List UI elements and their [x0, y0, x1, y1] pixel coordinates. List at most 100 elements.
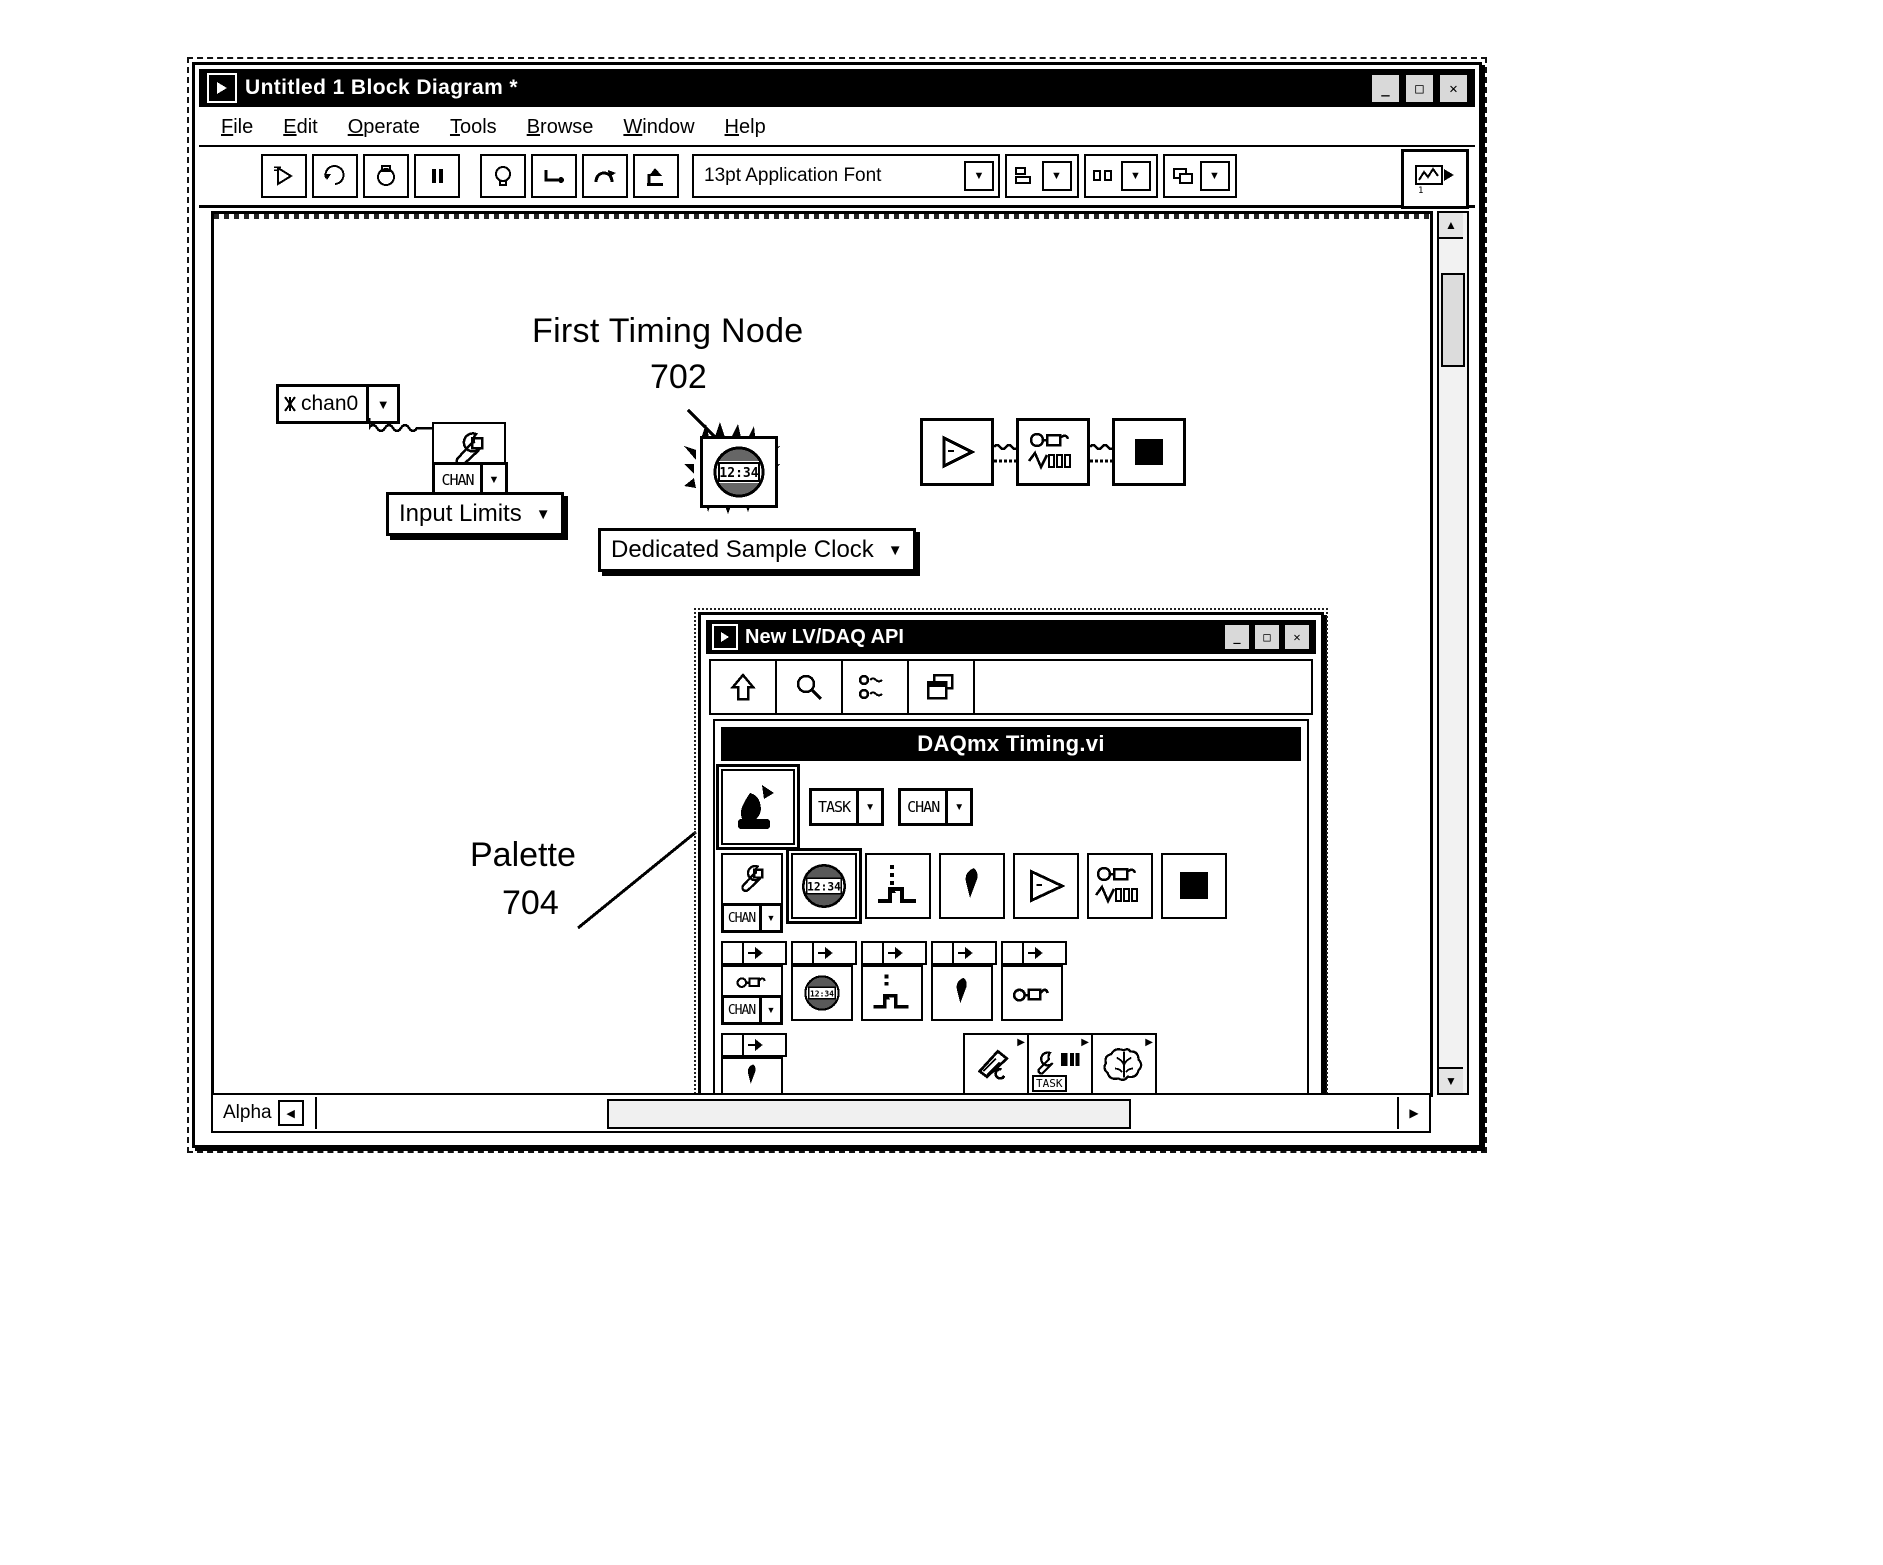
palette-grid: TASK ▼ CHAN ▼ CHAN ▼ 12:34 CHAN ▼ 12:34 … [715, 761, 1307, 1094]
search-palette-button[interactable] [777, 661, 843, 713]
step-over-button[interactable] [582, 154, 628, 198]
daqmx-trigger-vi[interactable] [865, 853, 931, 919]
menu-tools[interactable]: Tools [450, 116, 497, 139]
canvas-vertical-scrollbar[interactable]: ▲ ▼ [1437, 211, 1469, 1095]
reorder-button[interactable]: ▼ [1163, 154, 1237, 198]
canvas-horizontal-scrollbar[interactable] [317, 1097, 1397, 1129]
daqmx-read-poly[interactable] [1001, 941, 1067, 1021]
menu-browse[interactable]: Browse [527, 116, 594, 139]
menu-window[interactable]: Window [623, 116, 694, 139]
brain-icon [1103, 1048, 1143, 1082]
daqmx-task-subpalette[interactable]: ▶ TASK [1029, 1035, 1093, 1093]
daqmx-timing-vi[interactable]: 12:34 [786, 848, 862, 924]
palette-titlebar[interactable]: New LV/DAQ API _ □ ✕ [706, 620, 1316, 654]
distribute-objects-button[interactable]: ▼ [1084, 154, 1158, 198]
daqmx-timing-poly[interactable]: 12:34 [791, 941, 857, 1021]
hand-task-icon [738, 785, 774, 829]
restore-palette-button[interactable] [909, 661, 975, 713]
chevron-right-icon[interactable]: ▶ [1397, 1097, 1429, 1129]
block-diagram-canvas[interactable]: First Timing Node 702 chan0 ▼ CHAN ▼ Inp… [211, 211, 1433, 1097]
daqmx-write-poly[interactable] [931, 941, 997, 1021]
font-selector[interactable]: 13pt Application Font ▼ [692, 154, 1000, 198]
task-selector[interactable]: TASK ▼ [809, 788, 885, 826]
up-one-level-button[interactable] [711, 661, 777, 713]
chevron-up-icon[interactable]: ▲ [1439, 213, 1463, 239]
task-selector-label: TASK [818, 798, 851, 816]
chevron-down-icon[interactable]: ▼ [536, 506, 551, 523]
menu-help[interactable]: Help [725, 116, 766, 139]
menu-file[interactable]: File [221, 116, 253, 139]
poly-connector-cap [1001, 941, 1067, 965]
pause-button[interactable] [414, 154, 460, 198]
palette-row-3: CHAN ▼ 12:34 [721, 941, 1301, 1025]
read-node[interactable] [1016, 418, 1090, 486]
daqmx-read-vi[interactable] [1087, 853, 1153, 919]
step-into-button[interactable] [531, 154, 577, 198]
create-task-icon[interactable] [716, 764, 800, 850]
chevron-down-icon[interactable]: ▼ [759, 998, 780, 1022]
wire-read-to-stop [1090, 443, 1114, 463]
channel-selector[interactable]: CHAN ▼ [898, 788, 974, 826]
minimize-button[interactable]: _ [1370, 73, 1401, 104]
close-button[interactable]: ✕ [1438, 73, 1469, 104]
chevron-down-icon[interactable]: ▼ [888, 542, 903, 559]
poly-connector-icon [1024, 943, 1045, 963]
palette-search-field[interactable] [975, 661, 1311, 713]
chevron-down-icon[interactable]: ▼ [1041, 161, 1072, 191]
daqmx-start-task-vi[interactable] [1013, 853, 1079, 919]
daqmx-trigger-poly[interactable] [861, 941, 927, 1021]
vertical-scrollbar-thumb[interactable] [1441, 273, 1465, 367]
svg-text:12:34: 12:34 [810, 990, 834, 999]
window-titlebar[interactable]: Untitled 1 Block Diagram * _ □ ✕ [199, 69, 1475, 107]
chevron-down-icon[interactable]: ▼ [1120, 161, 1151, 191]
poly-chan-label: CHAN [727, 1002, 756, 1018]
chevron-left-icon[interactable]: ◀ [277, 1100, 304, 1126]
clock-1234-icon: 12:34 [791, 965, 853, 1021]
menu-edit[interactable]: Edit [283, 116, 317, 139]
palette-minimize-button[interactable]: _ [1223, 623, 1251, 651]
channel-control-value-wrap: chan0 [279, 392, 366, 416]
chevron-down-icon[interactable]: ▼ [1439, 1067, 1463, 1093]
daqmx-channel-property-node[interactable]: CHAN ▼ [721, 853, 783, 933]
chevron-down-icon[interactable]: ▼ [945, 791, 970, 823]
first-timing-node[interactable]: 12:34 [700, 436, 778, 508]
daqmx-advanced-channel[interactable]: CHAN ▼ [721, 1033, 787, 1094]
chevron-down-icon[interactable]: ▼ [759, 906, 780, 930]
step-out-button[interactable] [633, 154, 679, 198]
palette-window-controls: _ □ ✕ [1223, 623, 1311, 651]
daqmx-device-subpalette[interactable]: ▶ [1093, 1035, 1155, 1093]
play-triangle-icon [1030, 869, 1066, 903]
alpha-tab[interactable]: Alpha ◀ [213, 1097, 317, 1129]
abort-button[interactable] [363, 154, 409, 198]
wrench-icon [721, 853, 783, 903]
run-continuously-button[interactable] [312, 154, 358, 198]
chevron-down-icon[interactable]: ▼ [480, 465, 505, 495]
menubar: File Edit Operate Tools Browse Window He… [199, 109, 1475, 147]
glasses-icon [1001, 965, 1063, 1021]
chevron-down-icon[interactable]: ▼ [964, 161, 994, 191]
chevron-down-icon[interactable]: ▼ [856, 791, 881, 823]
run-button[interactable] [261, 154, 307, 198]
palette-maximize-button[interactable]: □ [1253, 623, 1281, 651]
palette-row-2: CHAN ▼ 12:34 [721, 848, 1301, 933]
stop-task-node[interactable] [1112, 418, 1186, 486]
clock-1234-icon: 12:34 [802, 864, 846, 908]
highlight-execution-button[interactable] [480, 154, 526, 198]
context-help-button[interactable]: 1 [1401, 149, 1469, 209]
maximize-button[interactable]: □ [1404, 73, 1435, 104]
daqmx-write-vi[interactable] [939, 853, 1005, 919]
palette-options-button[interactable] [843, 661, 909, 713]
start-task-node[interactable] [920, 418, 994, 486]
daqmx-clear-task-vi[interactable] [1161, 853, 1227, 919]
daqmx-channel-property-poly[interactable]: CHAN ▼ [721, 941, 787, 1025]
palette-close-button[interactable]: ✕ [1283, 623, 1311, 651]
align-objects-button[interactable]: ▼ [1005, 154, 1079, 198]
input-limits-dropdown[interactable]: Input Limits ▼ [386, 492, 564, 536]
sample-clock-dropdown[interactable]: Dedicated Sample Clock ▼ [598, 528, 916, 572]
horizontal-scrollbar-thumb[interactable] [607, 1099, 1131, 1129]
subpalette-arrow-icon: ▶ [1145, 1037, 1153, 1048]
glasses-binary-icon [1028, 432, 1071, 470]
daqmx-advanced-subpalette[interactable]: ▶ [965, 1035, 1029, 1093]
chevron-down-icon[interactable]: ▼ [1199, 161, 1230, 191]
menu-operate[interactable]: Operate [348, 116, 420, 139]
